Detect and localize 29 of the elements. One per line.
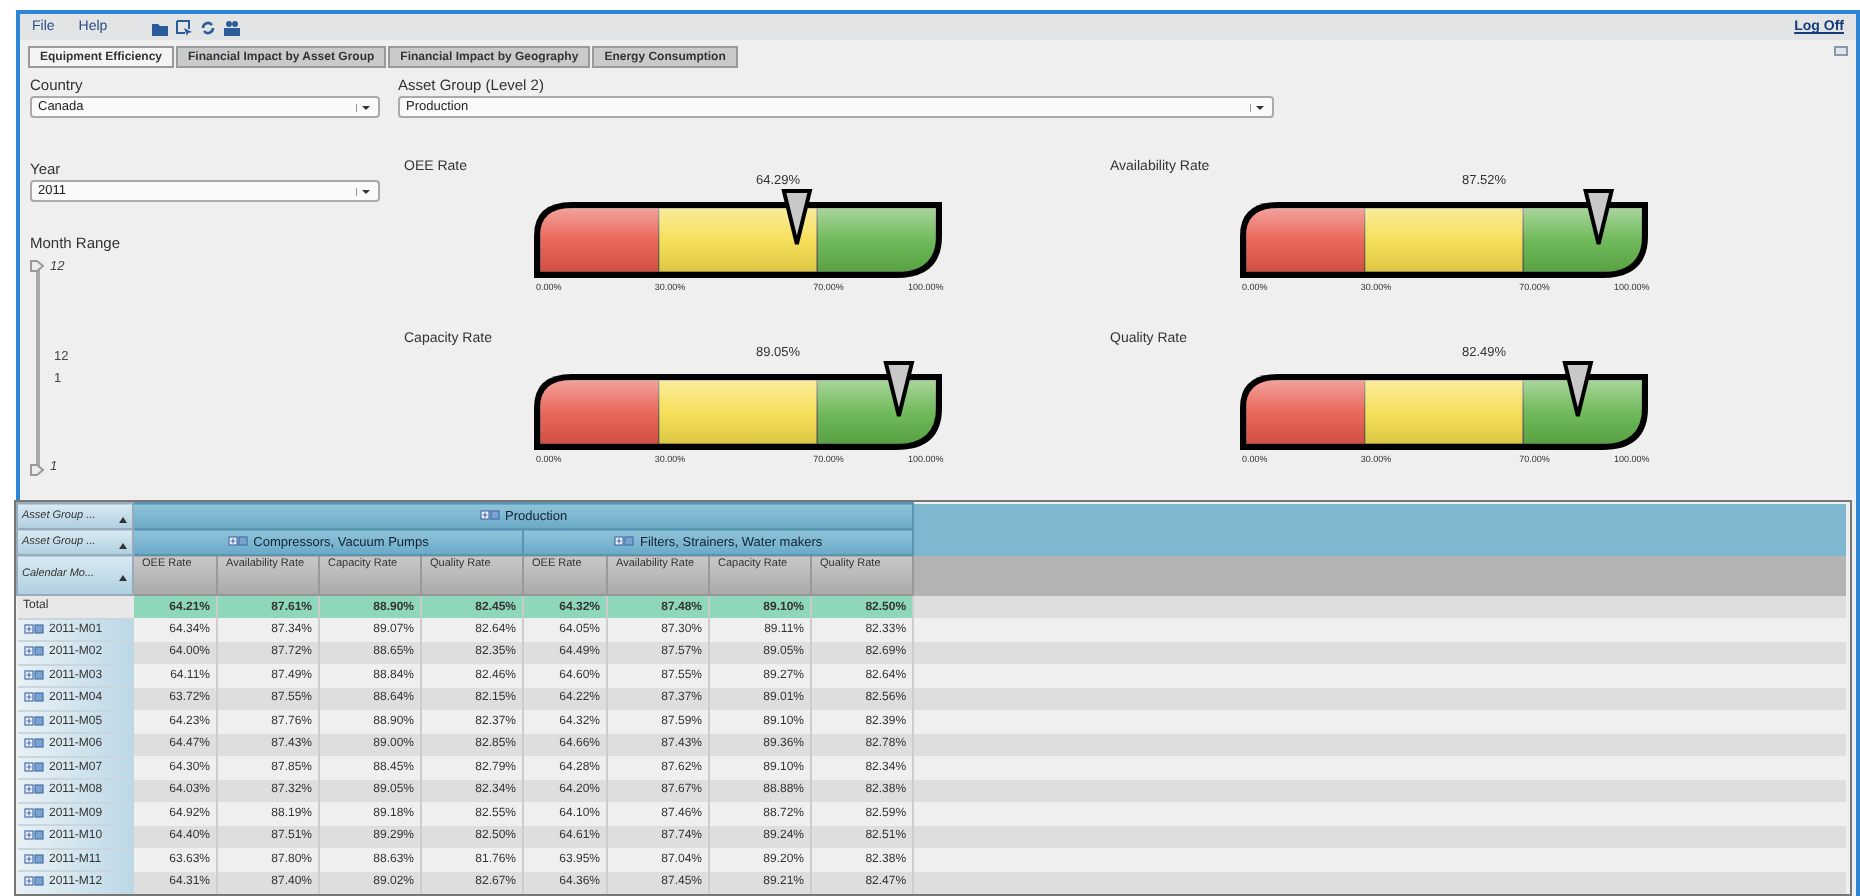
sort-ascending-icon[interactable] [118,515,128,523]
expand-icon[interactable] [479,510,499,521]
expand-icon[interactable] [23,738,43,749]
slider-handle[interactable] [30,464,44,476]
folder-icon[interactable] [151,19,168,35]
month-range-slider[interactable] [30,260,46,476]
expand-icon[interactable] [23,830,43,841]
sort-ascending-icon[interactable] [118,574,128,582]
expand-icon[interactable] [23,876,43,887]
caret-icon [356,104,372,112]
expand-icon[interactable] [23,646,43,657]
refresh-icon[interactable] [199,19,216,35]
expand-icon[interactable] [227,536,248,547]
restore-icon[interactable] [1834,46,1848,56]
users-icon[interactable] [223,19,240,35]
expand-icon[interactable] [23,692,43,703]
expand-icon[interactable] [23,715,43,726]
expand-icon[interactable] [23,623,43,634]
caret-icon [1250,104,1266,112]
expand-icon[interactable] [23,853,43,864]
expand-icon[interactable] [23,669,43,680]
select-icon[interactable] [175,19,192,35]
expand-icon[interactable] [23,807,43,818]
expand-icon[interactable] [613,536,634,547]
slider-handle[interactable] [30,260,44,272]
expand-icon[interactable] [23,761,43,772]
caret-icon [356,188,372,196]
expand-icon[interactable] [23,784,43,795]
sort-ascending-icon[interactable] [118,541,128,549]
